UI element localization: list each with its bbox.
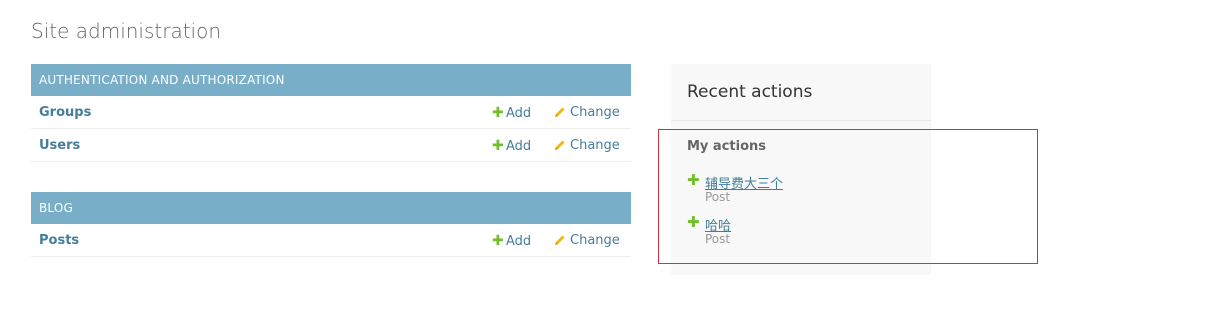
- module-caption-blog[interactable]: BLOG: [31, 192, 631, 224]
- divider: [671, 120, 931, 121]
- module-blog: BLOG Posts ✚ Add Change: [31, 192, 631, 257]
- add-label: Add: [506, 234, 532, 249]
- module-caption-auth[interactable]: AUTHENTICATION AND AUTHORIZATION: [31, 64, 631, 96]
- add-label: Add: [506, 106, 532, 121]
- plus-icon: ✚: [492, 138, 504, 154]
- recent-actions-title: Recent actions: [687, 82, 813, 102]
- table-row-groups: Groups ✚ Add Change: [31, 96, 631, 129]
- add-posts-button[interactable]: ✚ Add: [492, 233, 531, 249]
- pencil-icon: [554, 106, 570, 122]
- table-row-users: Users ✚ Add Change: [31, 129, 631, 162]
- model-link-posts[interactable]: Posts: [39, 233, 79, 248]
- highlight-box: [658, 129, 1038, 264]
- change-users-button[interactable]: Change: [554, 138, 620, 155]
- page-title: Site administration: [31, 19, 222, 43]
- add-users-button[interactable]: ✚ Add: [492, 138, 531, 154]
- admin-page: Site administration AUTHENTICATION AND A…: [0, 0, 1217, 312]
- change-label: Change: [570, 233, 620, 248]
- table-row-posts: Posts ✚ Add Change: [31, 224, 631, 257]
- pencil-icon: [554, 139, 570, 155]
- change-label: Change: [570, 138, 620, 153]
- module-auth: AUTHENTICATION AND AUTHORIZATION Groups …: [31, 64, 631, 162]
- add-groups-button[interactable]: ✚ Add: [492, 105, 531, 121]
- plus-icon: ✚: [492, 233, 504, 249]
- pencil-icon: [554, 234, 570, 250]
- plus-icon: ✚: [492, 105, 504, 121]
- change-label: Change: [570, 105, 620, 120]
- model-link-groups[interactable]: Groups: [39, 105, 91, 120]
- add-label: Add: [506, 139, 532, 154]
- change-posts-button[interactable]: Change: [554, 233, 620, 250]
- change-groups-button[interactable]: Change: [554, 105, 620, 122]
- model-link-users[interactable]: Users: [39, 138, 80, 153]
